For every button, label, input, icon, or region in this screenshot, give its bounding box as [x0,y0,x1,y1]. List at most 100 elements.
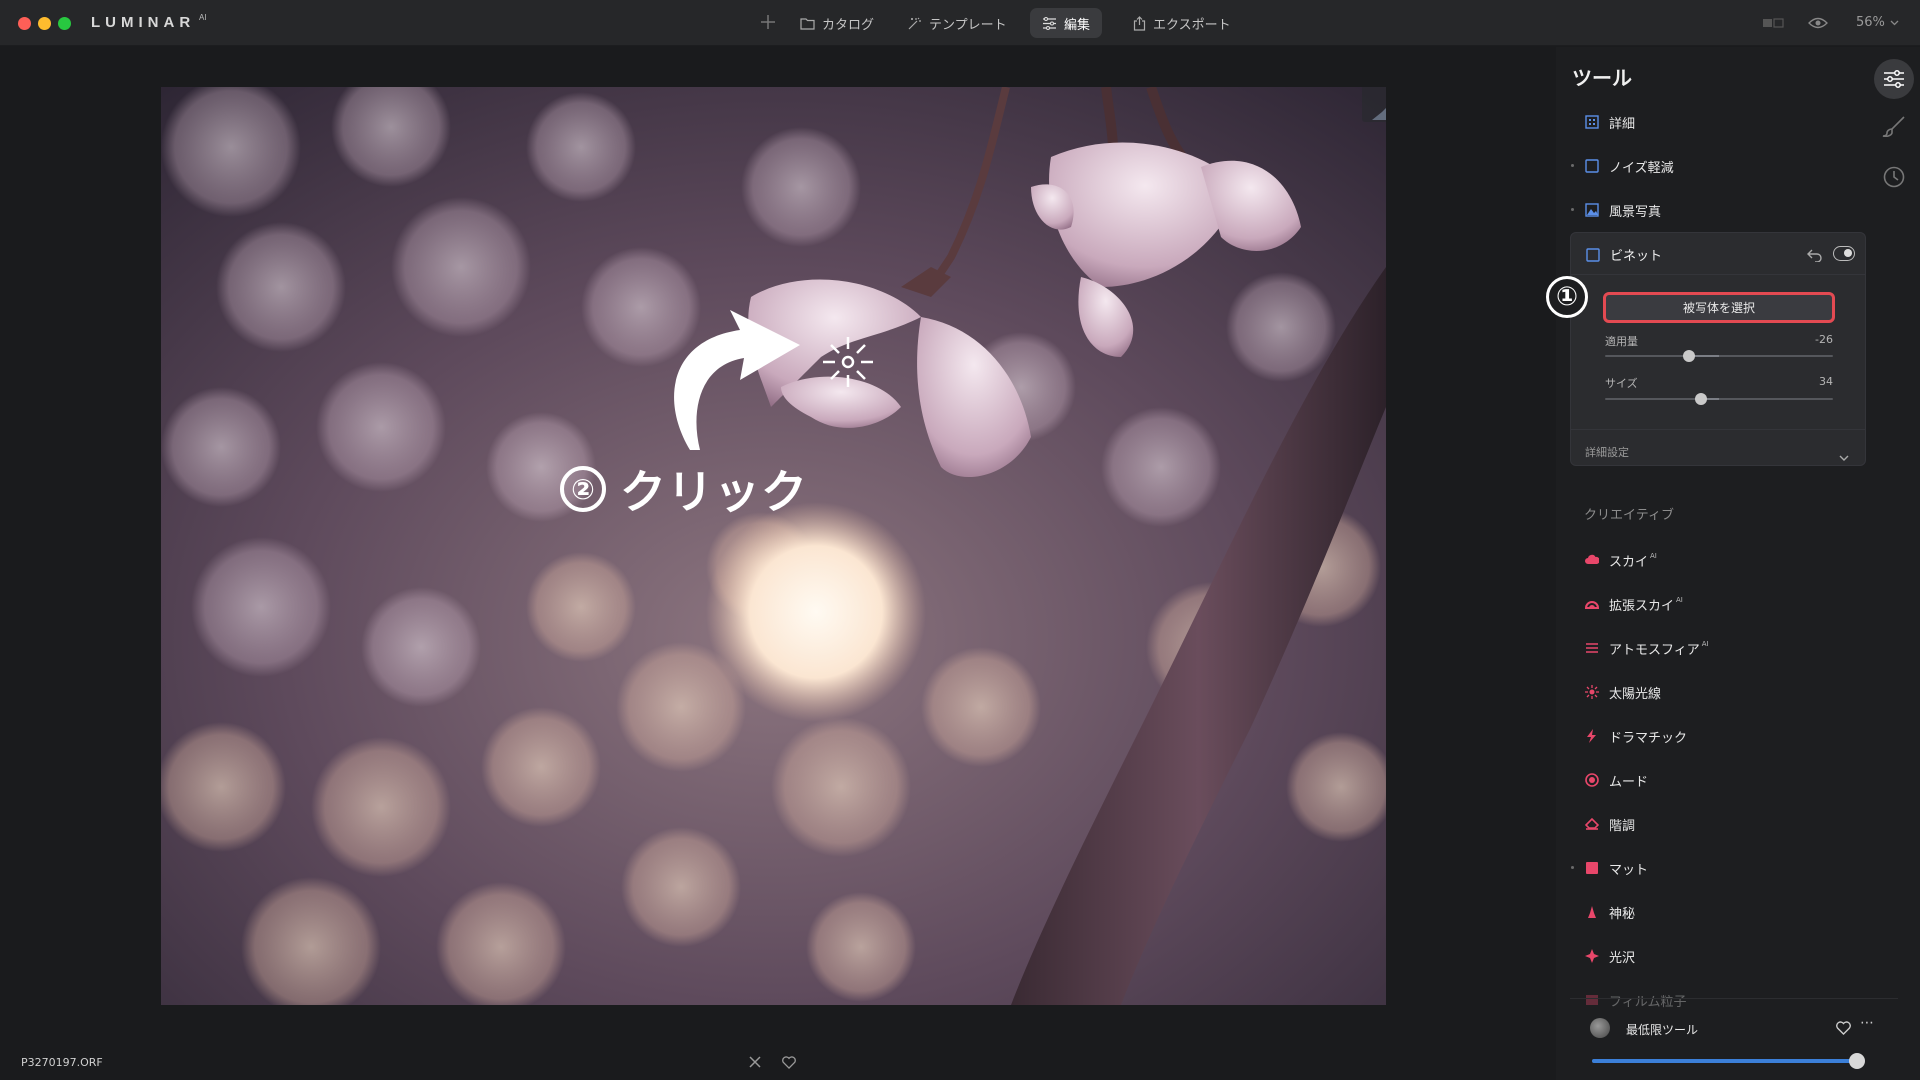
history-icon[interactable] [1882,165,1906,193]
mystical-icon [1584,904,1600,920]
window-maximize-button[interactable] [58,17,71,30]
matte-icon [1584,860,1600,876]
tab-export[interactable]: エクスポート [1121,8,1243,38]
compare-icon[interactable] [1762,15,1784,34]
eye-icon[interactable] [1808,15,1828,34]
vignette-title-label: ビネット [1610,249,1663,264]
preset-amount-slider[interactable] [1592,1053,1865,1069]
tool-item-label: 風景写真 [1609,204,1662,220]
creative-item-label: アトモスフィア [1609,642,1700,658]
annotation-step-1: ① [1546,276,1588,318]
tools-panel-button[interactable] [1874,59,1914,99]
tab-templates-label: テンプレート [929,17,1007,33]
brush-icon[interactable] [1882,115,1906,141]
photo-canvas[interactable] [161,87,1386,1005]
chevron-down-icon [1890,20,1899,25]
amount-value: -26 [1815,333,1833,346]
creative-item-sky[interactable]: スカイ AI [1584,545,1657,575]
creative-item-label: 階調 [1609,818,1636,834]
creative-item-label: 拡張スカイ [1609,598,1675,614]
visibility-toggle[interactable] [1833,246,1855,261]
creative-item-glow[interactable]: 光沢 [1584,941,1635,971]
tab-catalog-label: カタログ [822,17,875,33]
window-close-button[interactable] [18,17,31,30]
toning-icon [1584,816,1600,832]
tool-item-noise-reduction[interactable]: ノイズ軽減 [1571,151,1674,181]
preset-name[interactable]: 最低限ツール [1626,1021,1698,1038]
window-minimize-button[interactable] [38,17,51,30]
augmented-sky-icon [1584,596,1600,612]
sunrays-icon [1584,684,1600,700]
advanced-settings-toggle[interactable]: 詳細設定 [1585,444,1629,460]
ai-badge: AI [1676,595,1683,604]
heart-icon[interactable] [782,1054,796,1073]
creative-item-toning[interactable]: 階調 [1584,809,1635,839]
add-photos-icon[interactable] [758,12,778,32]
tool-item-detail[interactable]: 詳細 [1584,107,1635,137]
heart-icon[interactable] [1836,1020,1851,1039]
magic-wand-icon [908,17,921,29]
size-slider[interactable] [1605,393,1833,405]
histogram [1362,87,1386,122]
glow-icon [1584,948,1600,964]
noise-icon [1584,158,1600,174]
annotation-step-2-text: クリック [620,465,808,519]
size-label: サイズ [1605,377,1638,390]
creative-item-dramatic[interactable]: ドラマチック [1584,721,1687,751]
sliders-icon [1043,16,1056,30]
zoom-dropdown[interactable]: 56% [1856,15,1899,30]
title-bar: LUMINAR AI カタログ テンプレート 編集 エクスポート 56% [0,0,1920,46]
detail-icon [1584,114,1600,130]
creative-item-label: マット [1609,862,1649,878]
creative-item-label: 神秘 [1609,906,1636,922]
tab-edit[interactable]: 編集 [1030,8,1103,38]
creative-item-label: ドラマチック [1609,730,1688,746]
select-subject-button[interactable]: 被写体を選択 [1603,292,1835,323]
creative-item-mystical[interactable]: 神秘 [1584,897,1635,927]
vignette-icon [1585,247,1601,263]
reject-icon[interactable] [748,1054,762,1073]
creative-item-atmosphere[interactable]: アトモスフィア AI [1584,633,1709,663]
annotation-arrow [640,300,820,464]
creative-item-matte[interactable]: マット [1571,853,1649,883]
app-logo-ai-badge: AI [199,13,207,22]
preset-thumbnail [1590,1018,1610,1038]
sliders-icon [1884,70,1904,88]
tab-catalog[interactable]: カタログ [788,8,886,38]
creative-item-label: スカイ [1609,554,1649,570]
more-icon[interactable]: ⋯ [1860,1015,1875,1031]
app-logo: LUMINAR [91,14,196,31]
vignette-header[interactable]: ビネット [1571,233,1865,275]
size-value: 34 [1819,375,1833,388]
dramatic-icon [1584,728,1600,744]
tool-item-label: ノイズ軽減 [1609,160,1674,176]
amount-slider[interactable] [1605,350,1833,362]
tool-item-label: 詳細 [1609,116,1636,132]
tab-edit-label: 編集 [1064,17,1091,33]
annotation-step-2-number: ② [560,466,606,512]
creative-item-augmented-sky[interactable]: 拡張スカイ AI [1584,589,1683,619]
creative-section-title: クリエイティブ [1584,508,1674,523]
amount-label: 適用量 [1605,335,1638,348]
tool-item-landscape[interactable]: 風景写真 [1571,195,1662,225]
share-icon [1133,15,1146,31]
sky-icon [1584,552,1600,568]
chevron-down-icon[interactable] [1839,446,1849,465]
size-slider-thumb[interactable] [1694,393,1707,405]
landscape-icon [1584,202,1600,218]
ai-badge: AI [1650,551,1657,560]
undo-icon[interactable] [1807,247,1823,266]
creative-item-label: 太陽光線 [1609,686,1662,702]
mood-icon [1584,772,1600,788]
amount-slider-thumb[interactable] [1683,350,1696,362]
tab-templates[interactable]: テンプレート [895,8,1019,38]
preset-amount-slider-thumb[interactable] [1848,1053,1865,1069]
creative-item-mood[interactable]: ムード [1584,765,1648,795]
creative-item-sunrays[interactable]: 太陽光線 [1584,677,1661,707]
folder-icon [800,17,815,30]
tools-panel: ツール 詳細 ノイズ軽減 風景写真 ビネット 被写体を選択 適用量 -26 サイ… [1556,47,1920,1080]
creative-item-label: ムード [1609,774,1649,790]
vignette-title: ビネット [1585,245,1662,264]
annotation-click: ② クリック [560,456,808,522]
file-name: P3270197.ORF [21,1056,103,1069]
